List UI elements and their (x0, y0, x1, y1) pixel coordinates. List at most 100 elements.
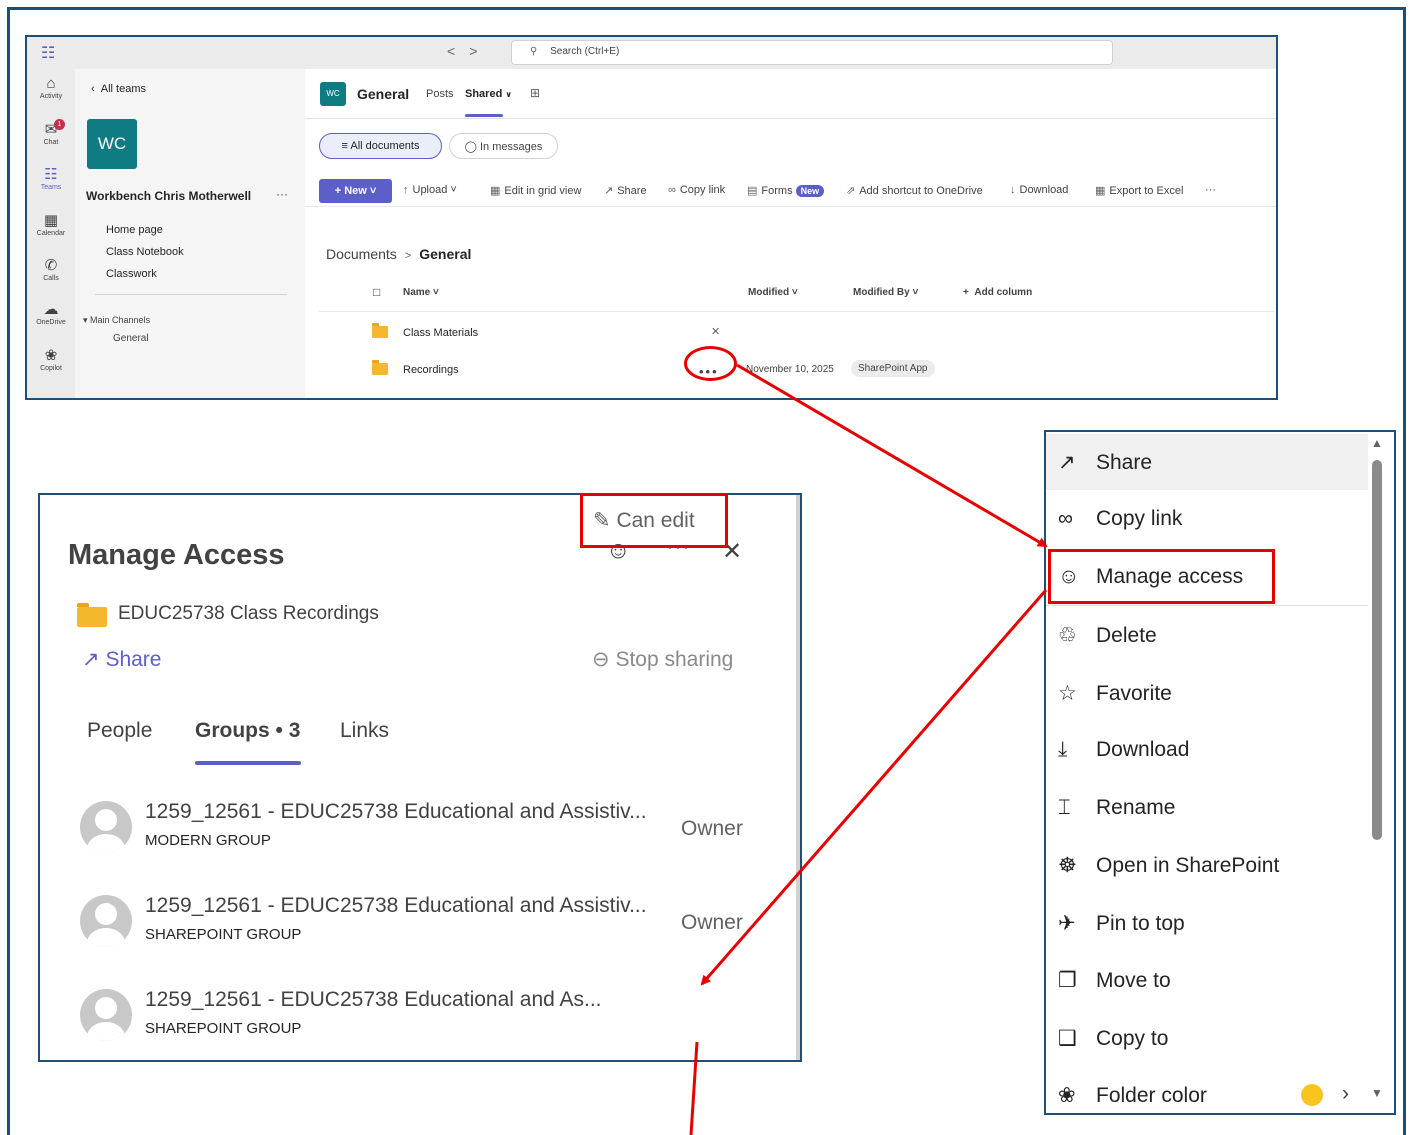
team-avatar: WC (87, 119, 137, 169)
group-type: MODERN GROUP (145, 832, 271, 849)
upload-button[interactable]: ↑ Upload ˅ (403, 184, 457, 196)
permission-label: Owner (681, 817, 743, 840)
column-name[interactable]: Name ˅ (403, 287, 439, 298)
team-more-button[interactable]: ··· (276, 187, 288, 201)
pin-icon: ✈ (1058, 912, 1076, 935)
export-excel-command[interactable]: ▦ Export to Excel (1095, 184, 1183, 197)
download-command[interactable]: ↓ Download (1010, 184, 1068, 196)
forms-command[interactable]: ▤ Forms New (747, 184, 825, 197)
table-row[interactable]: Class Materials ✕ (305, 322, 1276, 358)
menu-scrollbar[interactable] (1372, 460, 1382, 840)
menu-item-open-sharepoint[interactable]: ☸ Open in SharePoint (1046, 837, 1368, 893)
team-pane: ‹ All teams WC Workbench Chris Motherwel… (75, 69, 305, 398)
stop-sharing-button[interactable]: ⊖ Stop sharing (592, 647, 733, 672)
menu-item-share[interactable]: ↗ Share (1046, 434, 1368, 490)
menu-label: Download (1096, 738, 1190, 761)
rail-label: Copilot (40, 365, 62, 372)
edit-grid-label: Edit in grid view (504, 185, 582, 197)
share-command[interactable]: ↗ Share (604, 184, 647, 197)
menu-item-copy-to[interactable]: ❑ Copy to (1046, 1010, 1368, 1066)
add-shortcut-command[interactable]: ⇗ Add shortcut to OneDrive (846, 184, 983, 197)
team-link-classwork[interactable]: Classwork (106, 268, 157, 280)
can-edit-dropdown[interactable]: ✎ Can edit (580, 493, 728, 548)
tab-groups[interactable]: Groups • 3 (195, 719, 300, 743)
tab-links[interactable]: Links (340, 719, 389, 743)
tab-shared[interactable]: Shared ∨ (465, 88, 512, 100)
more-commands-button[interactable]: ··· (1205, 184, 1216, 196)
rail-item-calls[interactable]: ✆ Calls (27, 257, 75, 282)
forms-label: Forms (761, 185, 793, 197)
shared-folder-icon (372, 323, 388, 338)
rail-item-onedrive[interactable]: ☁ OneDrive (27, 301, 75, 326)
rail-item-copilot[interactable]: ❀ Copilot (27, 347, 75, 372)
panel-title: Manage Access (68, 539, 285, 571)
edit-grid-button[interactable]: ▦ Edit in grid view (490, 184, 581, 197)
rail-label: Chat (43, 139, 59, 146)
copy-icon: ❑ (1058, 1027, 1077, 1050)
minus-circle-icon: ⊖ (592, 648, 616, 671)
title-bar: ☷ <> ⚲ Search (Ctrl+E) (27, 37, 1276, 69)
excel-icon: ▦ (1095, 185, 1106, 197)
rail-item-chat[interactable]: ✉ 1 Chat (27, 119, 75, 146)
team-name[interactable]: Workbench Chris Motherwell (86, 189, 251, 203)
sharepoint-icon: ☸ (1058, 854, 1077, 877)
share-link[interactable]: ↗ Share (82, 647, 161, 672)
folder-icon (77, 603, 107, 627)
list-item[interactable]: 1259_12561 - EDUC25738 Educational and A… (40, 889, 800, 969)
new-button[interactable]: + New ˅ (319, 179, 392, 203)
add-tab-icon[interactable]: ⊞ (530, 86, 540, 100)
group-name: 1259_12561 - EDUC25738 Educational and A… (145, 800, 647, 823)
list-item[interactable]: 1259_12561 - EDUC25738 Educational and A… (40, 983, 800, 1060)
team-link-notebook[interactable]: Class Notebook (106, 246, 184, 258)
forward-arrow-icon[interactable]: > (469, 43, 491, 59)
list-item[interactable]: 1259_12561 - EDUC25738 Educational and A… (40, 795, 800, 875)
file-name[interactable]: Class Materials (403, 327, 478, 339)
panel-scrollbar[interactable] (796, 495, 800, 1060)
team-link-home[interactable]: Home page (106, 224, 163, 236)
back-arrow-icon[interactable]: < (447, 43, 469, 59)
menu-item-download[interactable]: ⤓ Download (1046, 722, 1368, 778)
search-input[interactable]: ⚲ Search (Ctrl+E) (511, 40, 1113, 65)
teams-window: ☷ <> ⚲ Search (Ctrl+E) ⌂ Activity ✉ 1 Ch… (25, 35, 1278, 400)
all-teams-link[interactable]: ‹ All teams (91, 83, 146, 95)
menu-item-move-to[interactable]: ❐ Move to (1046, 952, 1368, 1008)
table-row[interactable]: Recordings ••• November 10, 2025 SharePo… (305, 359, 1276, 395)
rail-item-teams[interactable]: ☷ Teams (27, 166, 75, 191)
file-name[interactable]: Recordings (403, 364, 459, 376)
tab-people[interactable]: People (87, 719, 152, 743)
breadcrumb-root[interactable]: Documents (326, 246, 397, 262)
menu-item-copy-link[interactable]: ∞ Copy link (1046, 491, 1368, 547)
copy-link-command[interactable]: ∞ Copy link (668, 184, 725, 196)
rail-item-calendar[interactable]: ▦ Calendar (27, 212, 75, 237)
channels-group[interactable]: ▾ Main Channels (83, 315, 150, 326)
scroll-down-icon[interactable]: ▼ (1371, 1086, 1383, 1100)
rail-item-activity[interactable]: ⌂ Activity (27, 75, 75, 100)
chevron-right-icon: > (404, 250, 412, 262)
breadcrumb-current: General (419, 246, 472, 262)
share-icon: ↗ (604, 185, 614, 197)
add-column-button[interactable]: + Add column (963, 287, 1032, 298)
menu-label: Copy to (1096, 1027, 1169, 1050)
tab-posts[interactable]: Posts (426, 88, 454, 100)
shortcut-icon: ⇗ (846, 185, 856, 197)
all-documents-filter[interactable]: ≡ All documents (319, 133, 442, 159)
filter-label: All documents (350, 140, 420, 152)
command-bar: + New ˅ ↑ Upload ˅ ▦ Edit in grid view ↗ Sh… (305, 171, 1276, 207)
channel-general[interactable]: General (113, 333, 149, 344)
share-label: Share (105, 648, 162, 671)
rail-label: Teams (40, 184, 62, 191)
menu-item-delete[interactable]: ♲ Delete (1046, 607, 1368, 663)
history-arrows[interactable]: <> (447, 43, 491, 59)
column-modified-by[interactable]: Modified By ˅ (853, 287, 918, 298)
modified-by-chip[interactable]: SharePoint App (851, 360, 935, 377)
menu-item-favorite[interactable]: ☆ Favorite (1046, 665, 1368, 721)
menu-item-rename[interactable]: ⌶ Rename (1046, 780, 1368, 836)
share-icon: ↗ (82, 648, 106, 671)
active-tab-indicator (465, 114, 503, 117)
in-messages-filter[interactable]: ◯ In messages (449, 133, 558, 159)
manage-access-panel: Manage Access ☺ ··· ✕ EDUC25738 Class Re… (38, 493, 802, 1062)
column-modified[interactable]: Modified ˅ (748, 287, 798, 298)
pin-icon[interactable]: ✕ (711, 325, 720, 338)
scroll-up-icon[interactable]: ▲ (1371, 436, 1383, 450)
menu-item-pin-top[interactable]: ✈ Pin to top (1046, 895, 1368, 951)
